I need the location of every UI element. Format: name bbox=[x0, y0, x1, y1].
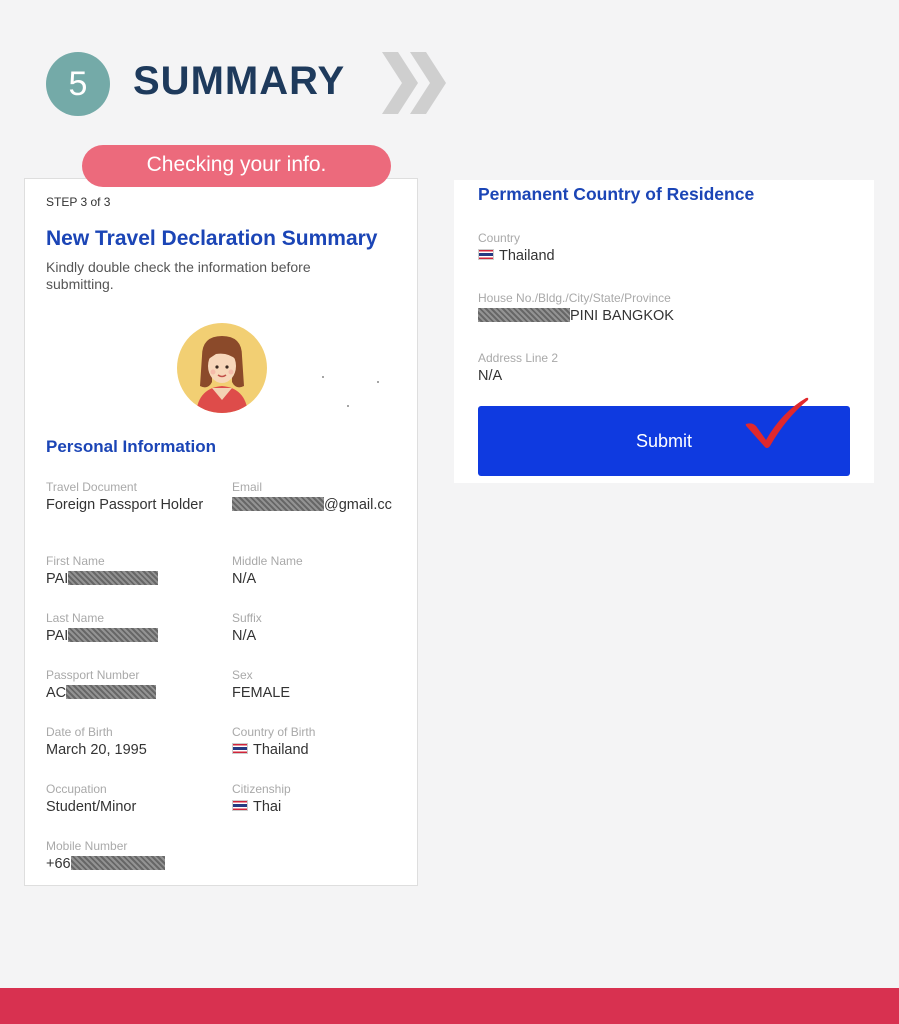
field-value: N/A bbox=[478, 368, 503, 384]
summary-card: STEP 3 of 3 New Travel Declaration Summa… bbox=[24, 178, 418, 886]
summary-heading: New Travel Declaration Summary bbox=[46, 227, 378, 250]
thailand-flag-icon bbox=[232, 800, 248, 811]
field-value-row: +66 bbox=[46, 855, 216, 873]
field-label: Passport Number bbox=[46, 668, 140, 682]
citizenship-field: Citizenship Thai bbox=[232, 782, 402, 816]
field-value: Thailand bbox=[499, 248, 555, 264]
step-number-badge: 5 bbox=[46, 52, 110, 116]
thailand-flag-icon bbox=[478, 249, 494, 260]
field-value-row: Thai bbox=[232, 798, 402, 816]
occupation-field: Occupation Student/Minor bbox=[46, 782, 216, 816]
field-label: Occupation bbox=[46, 782, 107, 796]
field-value-row: PINI BANGKOK bbox=[478, 307, 838, 325]
field-value-row: PAI bbox=[46, 570, 216, 588]
residence-heading: Permanent Country of Residence bbox=[478, 184, 755, 204]
middle-name-field: Middle Name N/A bbox=[232, 554, 402, 588]
redacted-text bbox=[478, 308, 570, 322]
redacted-text bbox=[68, 571, 159, 585]
checking-info-pill: Checking your info. bbox=[82, 145, 391, 187]
first-name-field: First Name PAI bbox=[46, 554, 216, 588]
field-label: Sex bbox=[232, 668, 253, 682]
checkmark-icon bbox=[745, 397, 809, 448]
email-field: Email @gmail.cc bbox=[232, 480, 412, 514]
field-label: Travel Document bbox=[46, 480, 137, 494]
thailand-flag-icon bbox=[232, 743, 248, 754]
field-value: Student/Minor bbox=[46, 799, 137, 815]
field-value: Foreign Passport Holder bbox=[46, 497, 204, 513]
field-value: AC bbox=[46, 685, 67, 701]
redacted-text bbox=[70, 856, 165, 870]
step-indicator: STEP 3 of 3 bbox=[46, 195, 111, 209]
field-value-row: PAI bbox=[46, 627, 216, 645]
field-label: Last Name bbox=[46, 611, 105, 625]
field-value: FEMALE bbox=[232, 685, 291, 701]
field-value-row: Thailand bbox=[232, 741, 402, 759]
decorative-dot bbox=[347, 405, 349, 407]
field-label: Middle Name bbox=[232, 554, 303, 568]
field-value: PINI BANGKOK bbox=[570, 308, 674, 324]
field-value: Thailand bbox=[253, 742, 309, 758]
field-label: Address Line 2 bbox=[478, 351, 559, 365]
field-label: Citizenship bbox=[232, 782, 291, 796]
redacted-text bbox=[232, 497, 324, 511]
sex-field: Sex FEMALE bbox=[232, 668, 402, 702]
travel-document-field: Travel Document Foreign Passport Holder bbox=[46, 480, 216, 514]
last-name-field: Last Name PAI bbox=[46, 611, 216, 645]
field-label: Mobile Number bbox=[46, 839, 128, 853]
summary-description: Kindly double check the information befo… bbox=[46, 259, 311, 292]
suffix-field: Suffix N/A bbox=[232, 611, 402, 645]
field-value-row: @gmail.cc bbox=[232, 496, 412, 514]
date-of-birth-field: Date of Birth March 20, 1995 bbox=[46, 725, 216, 759]
field-label: Email bbox=[232, 480, 263, 494]
mobile-number-field: Mobile Number +66 bbox=[46, 839, 216, 873]
field-label: First Name bbox=[46, 554, 105, 568]
field-value: @gmail.cc bbox=[324, 497, 392, 513]
field-value: +66 bbox=[46, 856, 71, 872]
field-value-row: AC bbox=[46, 684, 216, 702]
address-field: House No./Bldg./City/State/Province PINI… bbox=[478, 291, 838, 325]
field-value: N/A bbox=[232, 571, 257, 587]
decorative-dot bbox=[377, 381, 379, 383]
field-label: Country of Birth bbox=[232, 725, 316, 739]
address-line-2-field: Address Line 2 N/A bbox=[478, 351, 838, 385]
field-value: PAI bbox=[46, 571, 69, 587]
field-value-row: Thailand bbox=[478, 247, 838, 265]
avatar bbox=[177, 323, 267, 413]
page-title: SUMMARY bbox=[133, 59, 346, 103]
field-label: Date of Birth bbox=[46, 725, 113, 739]
field-value: N/A bbox=[232, 628, 257, 644]
decorative-dot bbox=[322, 376, 324, 378]
country-of-birth-field: Country of Birth Thailand bbox=[232, 725, 402, 759]
field-value: March 20, 1995 bbox=[46, 742, 147, 758]
field-value: PAI bbox=[46, 628, 69, 644]
redacted-text bbox=[68, 628, 159, 642]
field-label: Country bbox=[478, 231, 521, 245]
bottom-banner bbox=[0, 988, 899, 1024]
redacted-text bbox=[66, 685, 157, 699]
passport-number-field: Passport Number AC bbox=[46, 668, 216, 702]
field-label: House No./Bldg./City/State/Province bbox=[478, 291, 671, 305]
country-field: Country Thailand bbox=[478, 231, 838, 265]
field-value: Thai bbox=[253, 799, 282, 815]
double-chevron-right-icon bbox=[382, 52, 446, 114]
personal-information-heading: Personal Information bbox=[46, 437, 217, 456]
field-label: Suffix bbox=[232, 611, 262, 625]
